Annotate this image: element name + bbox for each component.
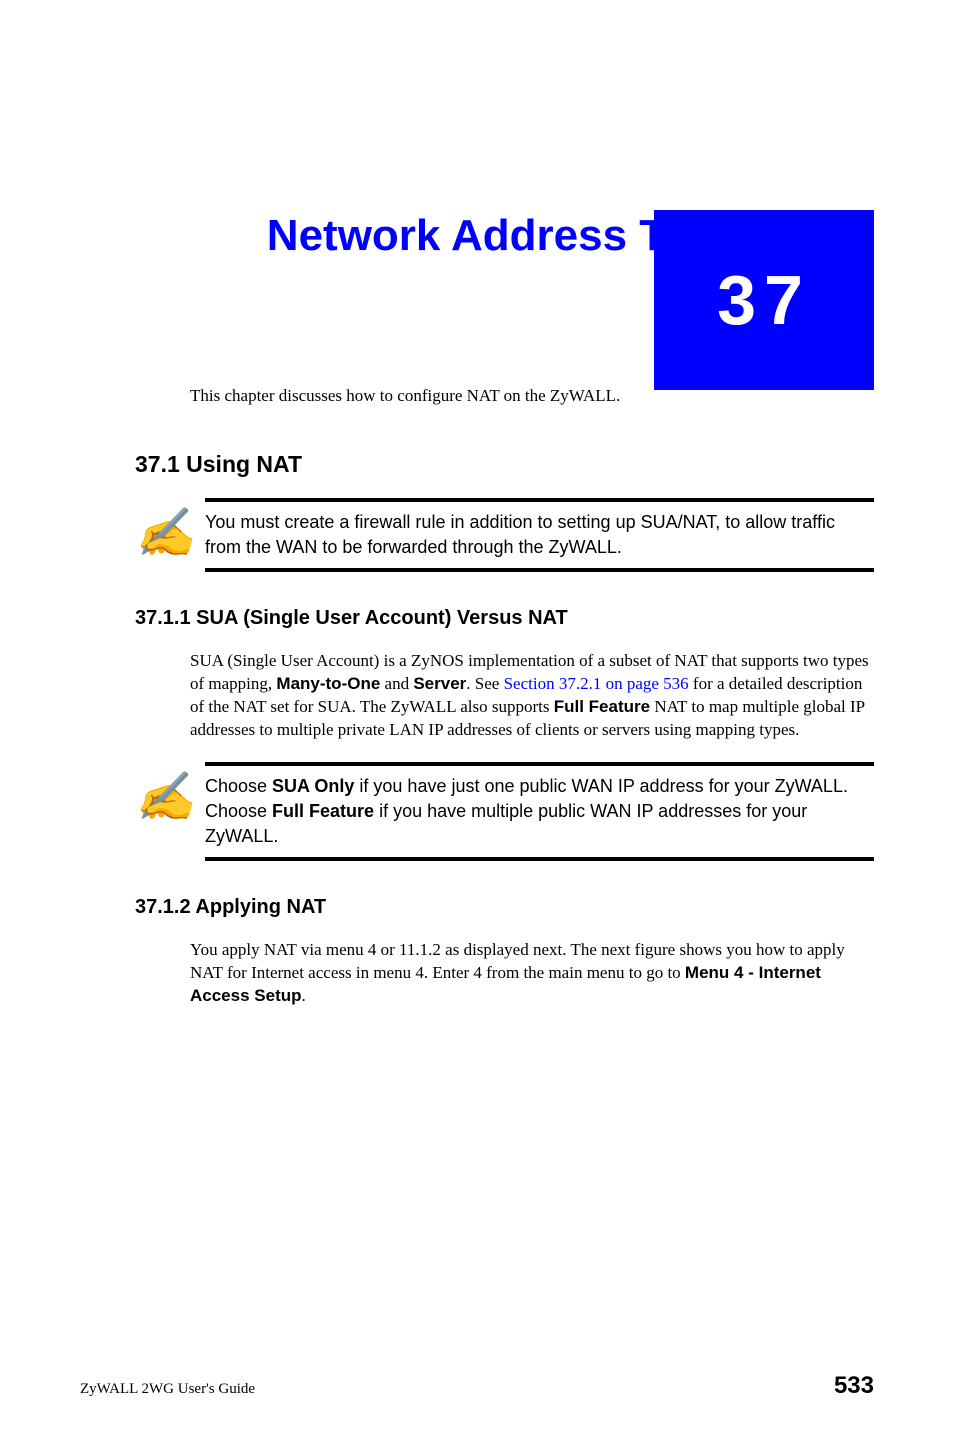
note-text: Choose SUA Only if you have just one pub… xyxy=(205,774,874,850)
section-37-1-1-body: SUA (Single User Account) is a ZyNOS imp… xyxy=(190,650,874,742)
bold-server: Server xyxy=(413,674,466,693)
section-heading-37-1-1: 37.1.1 SUA (Single User Account) Versus … xyxy=(135,607,874,630)
note-body: ✍ You must create a firewall rule in add… xyxy=(135,502,874,568)
text-run: Choose xyxy=(205,801,272,821)
text-run: Choose xyxy=(205,776,272,796)
footer-guide-title: ZyWALL 2WG User's Guide xyxy=(80,1381,255,1398)
page-footer: ZyWALL 2WG User's Guide 533 xyxy=(80,1372,874,1400)
note-body: ✍ Choose SUA Only if you have just one p… xyxy=(135,766,874,858)
body-paragraph: You apply NAT via menu 4 or 11.1.2 as di… xyxy=(190,939,874,1008)
chapter-number-badge: 37 xyxy=(654,210,874,390)
note-text: You must create a firewall rule in addit… xyxy=(205,510,874,560)
note-rule-bottom xyxy=(205,568,874,572)
footer-page-number: 533 xyxy=(834,1372,874,1400)
section-heading-37-1-2: 37.1.2 Applying NAT xyxy=(135,896,874,919)
note-block-2: ✍ Choose SUA Only if you have just one p… xyxy=(135,762,874,862)
chapter-number: 37 xyxy=(717,260,811,340)
bold-full-feature: Full Feature xyxy=(554,697,650,716)
cross-reference-link[interactable]: Section 37.2.1 on page 536 xyxy=(504,674,689,693)
body-paragraph: SUA (Single User Account) is a ZyNOS imp… xyxy=(190,650,874,742)
note-block-1: ✍ You must create a firewall rule in add… xyxy=(135,498,874,572)
note-rule-bottom xyxy=(205,857,874,861)
note-icon: ✍ xyxy=(135,774,205,822)
text-run: . See xyxy=(466,674,503,693)
section-heading-37-1: 37.1 Using NAT xyxy=(135,451,874,478)
bold-full-feature: Full Feature xyxy=(272,801,374,821)
note-icon: ✍ xyxy=(135,510,205,558)
section-37-1-2-body: You apply NAT via menu 4 or 11.1.2 as di… xyxy=(190,939,874,1008)
bold-sua-only: SUA Only xyxy=(272,776,354,796)
text-run: and xyxy=(380,674,413,693)
bold-many-to-one: Many-to-One xyxy=(276,674,380,693)
text-run: . xyxy=(302,986,306,1005)
page: 37 Network Address Translation (NAT) Thi… xyxy=(0,210,954,1445)
text-run: if you have just one public WAN IP addre… xyxy=(354,776,848,796)
